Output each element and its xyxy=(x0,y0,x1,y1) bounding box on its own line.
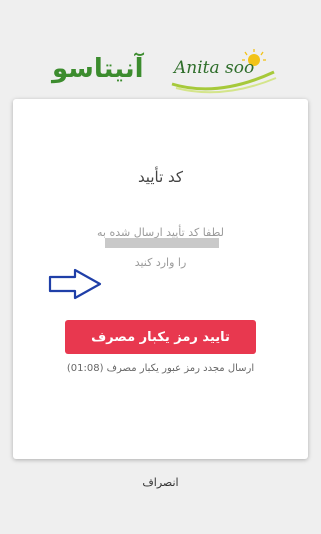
logo-text-fa: آنیتاسو xyxy=(52,54,144,84)
card-title: کد تأیید xyxy=(137,168,184,186)
confirm-otp-button[interactable]: تایید رمز یکبار مصرف xyxy=(65,320,256,354)
arrow-right-icon xyxy=(48,268,102,300)
logo-text-en: Anita soo xyxy=(174,58,255,78)
logo-emblem: Anita soo xyxy=(168,46,280,98)
masked-phone-number xyxy=(105,238,219,248)
verification-card: کد تأیید لطفا کد تأیید ارسال شده به را و… xyxy=(13,99,308,459)
cancel-link[interactable]: انصراف xyxy=(0,476,321,489)
logo: آنیتاسو Anita soo xyxy=(50,46,280,98)
resend-otp-link[interactable]: ارسال مجدد رمز عبور یکبار مصرف (01:08) xyxy=(13,363,308,374)
